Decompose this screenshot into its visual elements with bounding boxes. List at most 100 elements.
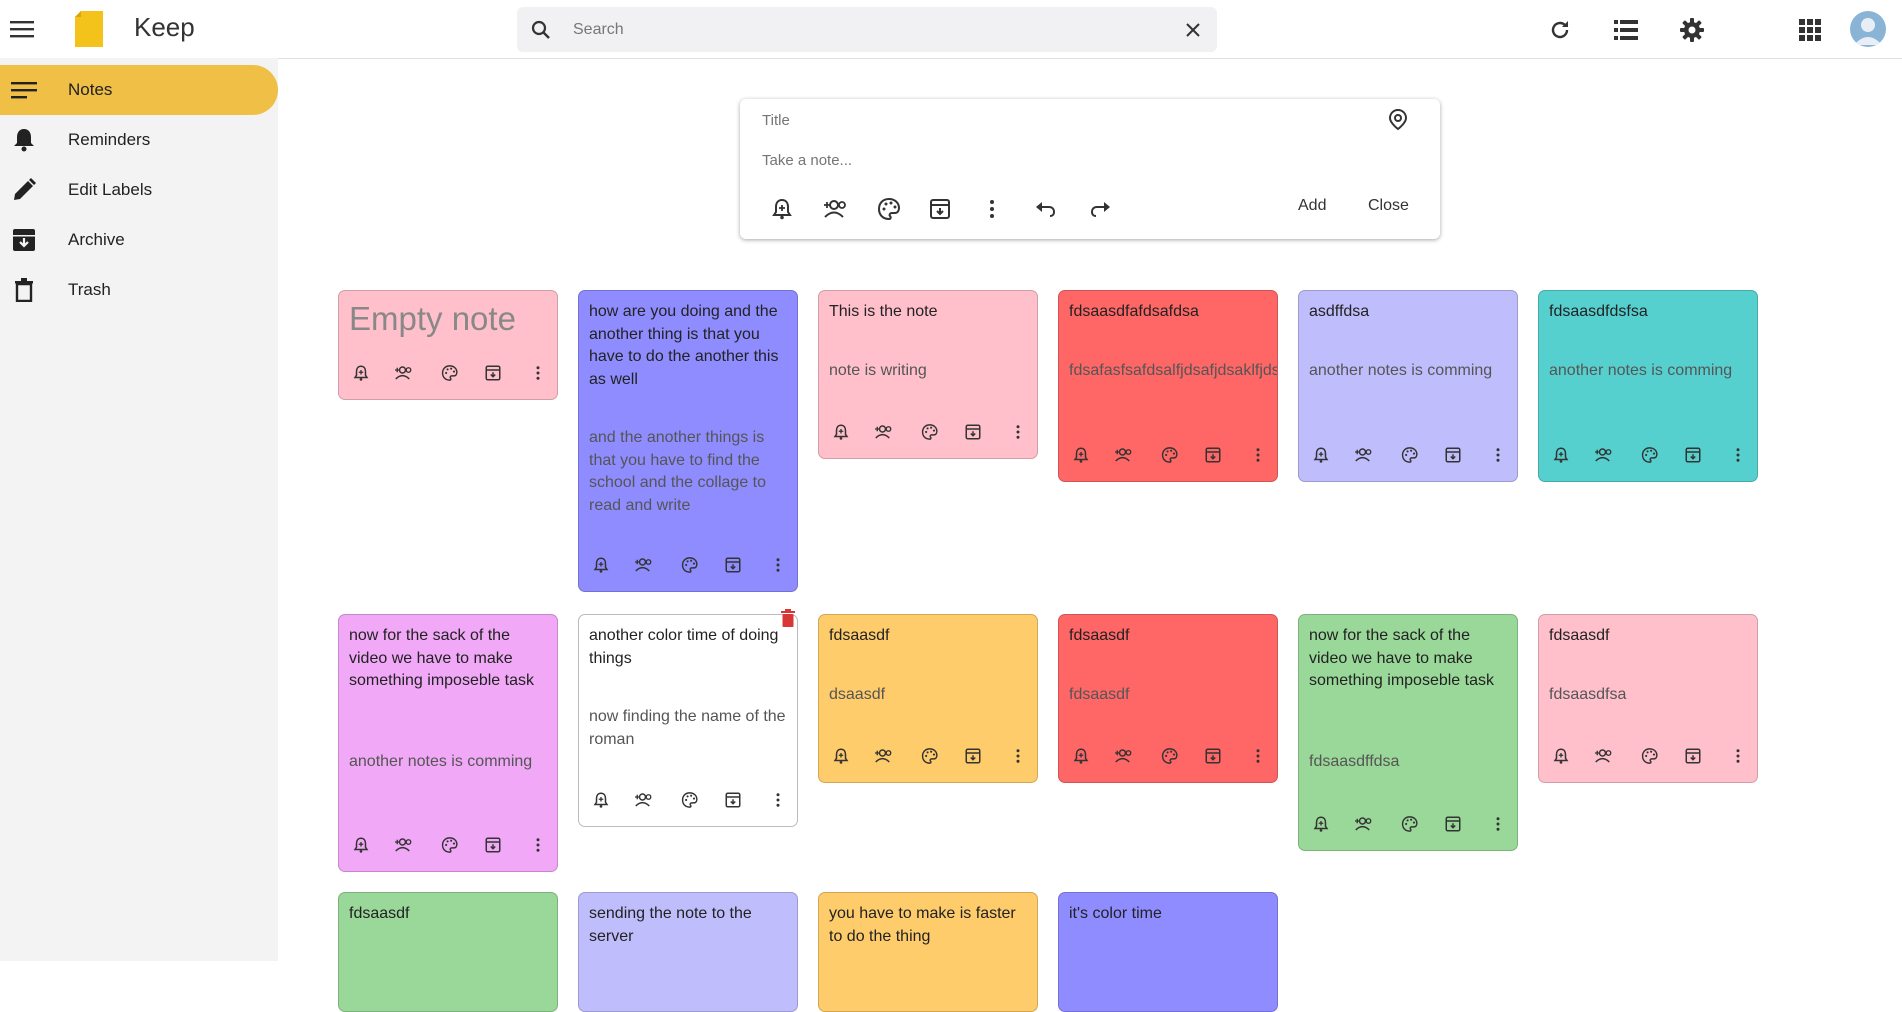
palette-icon[interactable]	[1637, 744, 1661, 768]
add-reminder-icon[interactable]	[349, 833, 373, 857]
palette-icon[interactable]	[677, 553, 701, 577]
note-card[interactable]: fdsaasdf fdsaasdfsa	[1538, 614, 1758, 783]
undo-icon[interactable]	[1034, 197, 1058, 221]
note-card[interactable]: fdsaasdf dsaasdf	[818, 614, 1038, 783]
note-card[interactable]: now for the sack of the video we have to…	[1298, 614, 1518, 851]
note-title-input[interactable]	[760, 111, 1364, 130]
palette-icon[interactable]	[677, 788, 701, 812]
note-card[interactable]: you have to make is faster to do the thi…	[818, 892, 1038, 1012]
note-card[interactable]: Empty note	[338, 290, 558, 400]
add-reminder-icon[interactable]	[1309, 812, 1333, 836]
palette-icon[interactable]	[1157, 744, 1181, 768]
note-card[interactable]: it's color time	[1058, 892, 1278, 1012]
palette-icon[interactable]	[1397, 812, 1421, 836]
palette-icon[interactable]	[874, 197, 902, 221]
archive-note-icon[interactable]	[1201, 443, 1225, 467]
note-card[interactable]: fdsaasdf fdsaasdf	[1058, 614, 1278, 783]
more-options-icon[interactable]	[1726, 443, 1750, 467]
more-options-icon[interactable]	[1486, 812, 1510, 836]
search-input[interactable]: Search	[573, 21, 624, 39]
add-reminder-icon[interactable]	[1069, 744, 1093, 768]
collaborator-icon[interactable]	[1352, 812, 1376, 836]
collaborator-icon[interactable]	[822, 197, 850, 221]
add-reminder-icon[interactable]	[1549, 744, 1573, 768]
refresh-icon[interactable]	[1540, 10, 1580, 50]
add-reminder-icon[interactable]	[1309, 443, 1333, 467]
note-body-input[interactable]	[760, 151, 1364, 170]
archive-note-icon[interactable]	[481, 833, 505, 857]
close-composer-button[interactable]: Close	[1368, 197, 1409, 215]
archive-note-icon[interactable]	[961, 744, 985, 768]
note-card[interactable]: fdsaasdf	[338, 892, 558, 1012]
collaborator-icon[interactable]	[632, 553, 656, 577]
add-reminder-icon[interactable]	[1069, 443, 1093, 467]
collaborator-icon[interactable]	[1592, 744, 1616, 768]
sidebar-item-reminders[interactable]: Reminders	[0, 115, 278, 165]
collaborator-icon[interactable]	[1352, 443, 1376, 467]
archive-note-icon[interactable]	[721, 553, 745, 577]
note-card[interactable]: sending the note to the server	[578, 892, 798, 1012]
note-card[interactable]: This is the note note is writing	[818, 290, 1038, 459]
note-card[interactable]: how are you doing and the another thing …	[578, 290, 798, 592]
location-pin-icon[interactable]	[1388, 109, 1408, 131]
collaborator-icon[interactable]	[392, 361, 416, 385]
palette-icon[interactable]	[917, 420, 941, 444]
menu-icon[interactable]	[2, 9, 42, 49]
add-reminder-icon[interactable]	[829, 744, 853, 768]
redo-icon[interactable]	[1088, 197, 1112, 221]
note-card[interactable]: another color time of doing things now fi…	[578, 614, 798, 827]
more-options-icon[interactable]	[766, 788, 790, 812]
collaborator-icon[interactable]	[1112, 744, 1136, 768]
palette-icon[interactable]	[437, 833, 461, 857]
palette-icon[interactable]	[1397, 443, 1421, 467]
palette-icon[interactable]	[437, 361, 461, 385]
archive-note-icon[interactable]	[721, 788, 745, 812]
palette-icon[interactable]	[1157, 443, 1181, 467]
note-card[interactable]: asdffdsa another notes is comming	[1298, 290, 1518, 482]
search-icon[interactable]	[521, 10, 561, 50]
palette-icon[interactable]	[917, 744, 941, 768]
archive-note-icon[interactable]	[1201, 744, 1225, 768]
more-options-icon[interactable]	[1006, 420, 1030, 444]
archive-note-icon[interactable]	[1681, 744, 1705, 768]
user-avatar[interactable]	[1850, 11, 1886, 47]
search-box[interactable]: Search	[517, 7, 1217, 52]
archive-note-icon[interactable]	[1681, 443, 1705, 467]
more-options-icon[interactable]	[526, 361, 550, 385]
settings-gear-icon[interactable]	[1672, 10, 1712, 50]
more-options-icon[interactable]	[1006, 744, 1030, 768]
collaborator-icon[interactable]	[1592, 443, 1616, 467]
clear-search-icon[interactable]	[1173, 10, 1213, 50]
archive-note-icon[interactable]	[961, 420, 985, 444]
collaborator-icon[interactable]	[392, 833, 416, 857]
archive-note-icon[interactable]	[928, 197, 952, 221]
add-reminder-icon[interactable]	[829, 420, 853, 444]
collaborator-icon[interactable]	[872, 744, 896, 768]
archive-note-icon[interactable]	[1441, 812, 1465, 836]
note-card[interactable]: fdsaasdfafdsafdsa fdsafasfsafdsalfjdsafjd…	[1058, 290, 1278, 482]
sidebar-item-notes[interactable]: Notes	[0, 65, 278, 115]
add-reminder-icon[interactable]	[770, 197, 794, 221]
more-options-icon[interactable]	[1726, 744, 1750, 768]
archive-note-icon[interactable]	[1441, 443, 1465, 467]
more-options-icon[interactable]	[1486, 443, 1510, 467]
note-card[interactable]: fdsaasdfdsfsa another notes is comming	[1538, 290, 1758, 482]
collaborator-icon[interactable]	[872, 420, 896, 444]
collaborator-icon[interactable]	[1112, 443, 1136, 467]
more-options-icon[interactable]	[1246, 744, 1270, 768]
note-card[interactable]: now for the sack of the video we have to…	[338, 614, 558, 872]
archive-note-icon[interactable]	[481, 361, 505, 385]
add-reminder-icon[interactable]	[589, 553, 613, 577]
sidebar-item-archive[interactable]: Archive	[0, 215, 278, 265]
list-view-icon[interactable]	[1606, 10, 1646, 50]
delete-note-icon[interactable]	[781, 609, 795, 627]
add-reminder-icon[interactable]	[1549, 443, 1573, 467]
add-note-button[interactable]: Add	[1298, 197, 1326, 215]
more-options-icon[interactable]	[980, 197, 1004, 221]
more-options-icon[interactable]	[526, 833, 550, 857]
palette-icon[interactable]	[1637, 443, 1661, 467]
collaborator-icon[interactable]	[632, 788, 656, 812]
sidebar-item-edit-labels[interactable]: Edit Labels	[0, 165, 278, 215]
apps-grid-icon[interactable]	[1790, 10, 1830, 50]
more-options-icon[interactable]	[766, 553, 790, 577]
